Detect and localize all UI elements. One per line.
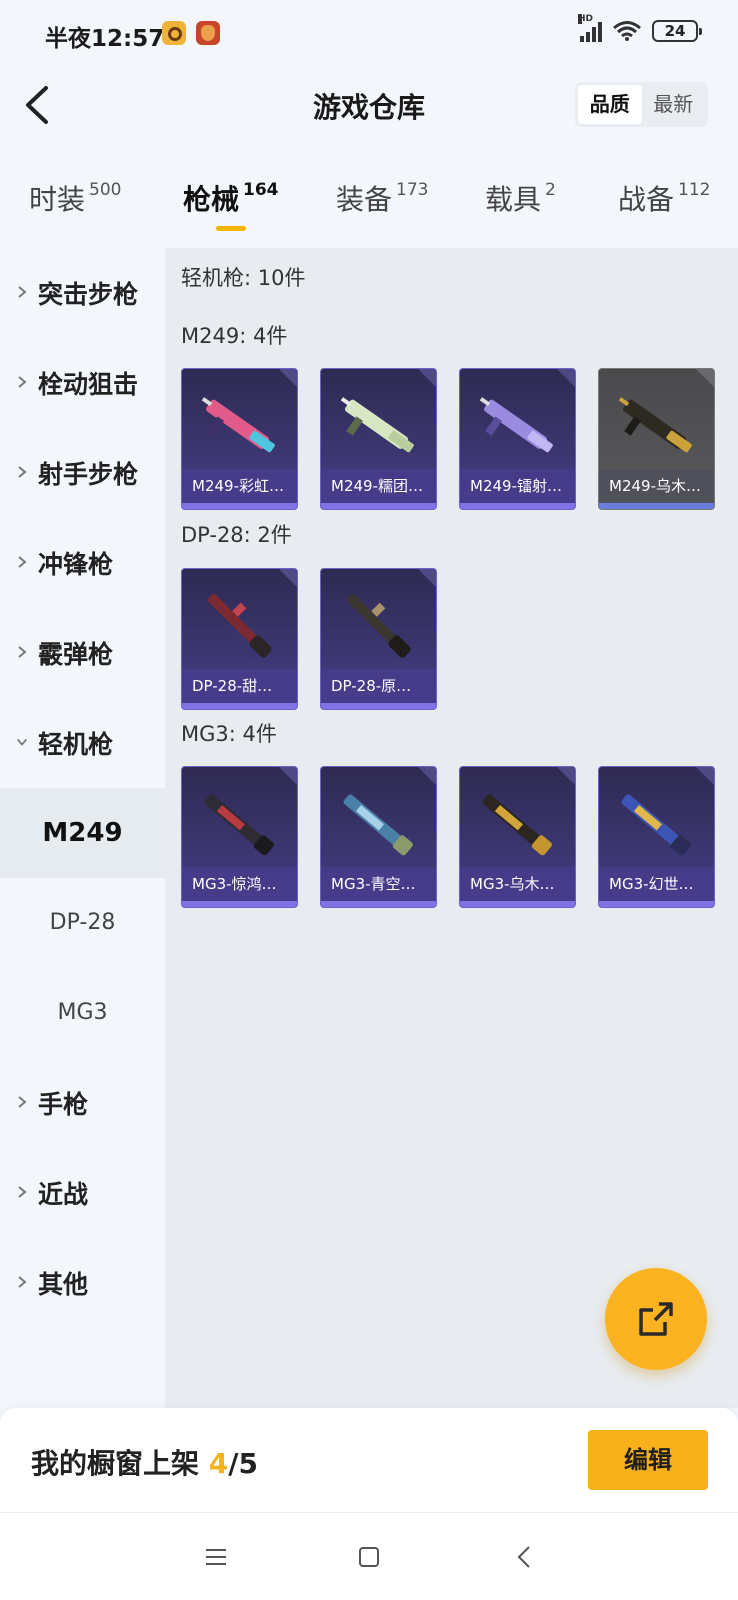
sort-toggle: 品质 最新 — [575, 82, 708, 127]
sidebar: 突击步枪 栓动狙击 射手步枪 冲锋枪 霰弹枪 轻机枪 M249 DP-28 MG… — [0, 248, 165, 1408]
chevron-right-icon — [16, 464, 30, 483]
tab-firearms[interactable]: 枪械 164 — [183, 178, 279, 218]
menu-icon — [206, 1549, 226, 1565]
status-time: 半夜12:57 — [45, 26, 165, 52]
rifle-icon — [618, 397, 692, 453]
rifle-icon — [479, 397, 553, 453]
signal-icon: HD — [578, 14, 602, 42]
rifle-icon — [347, 594, 411, 658]
home-nav-button[interactable] — [349, 1539, 389, 1575]
item-card[interactable]: MG3-幻世… — [598, 766, 715, 908]
rifle-icon — [208, 594, 272, 658]
item-card[interactable]: M249-镭射… — [459, 368, 576, 510]
header: 游戏仓库 品质 最新 — [0, 70, 738, 140]
tab-vehicles[interactable]: 载具 2 — [485, 178, 556, 218]
wifi-icon — [612, 20, 642, 42]
tab-fashion[interactable]: 时装 500 — [29, 178, 121, 218]
chevron-right-icon — [16, 284, 30, 303]
sidebar-sub-mg3[interactable]: MG3 — [0, 968, 165, 1058]
home-icon — [359, 1547, 379, 1567]
sidebar-item-other[interactable]: 其他 — [0, 1238, 165, 1328]
rifle-icon — [204, 794, 274, 856]
chevron-right-icon — [16, 644, 30, 663]
section-title-mg3: MG3: 4件 — [181, 722, 277, 746]
sidebar-item-assault-rifle[interactable]: 突击步枪 — [0, 248, 165, 338]
game-notification-icon — [196, 21, 220, 45]
chevron-right-icon — [16, 1184, 30, 1203]
item-card[interactable]: M249-糯团… — [320, 368, 437, 510]
chevron-right-icon — [16, 1274, 30, 1293]
sidebar-item-pistol[interactable]: 手枪 — [0, 1058, 165, 1148]
section-title-dp28: DP-28: 2件 — [181, 523, 292, 547]
sidebar-item-melee[interactable]: 近战 — [0, 1148, 165, 1238]
chevron-down-icon — [16, 734, 30, 753]
item-card[interactable]: MG3-青空… — [320, 766, 437, 908]
battery-icon: 24 — [652, 20, 702, 42]
tab-combat-gear[interactable]: 战备 112 — [618, 178, 710, 218]
system-nav-bar — [0, 1512, 738, 1600]
sort-newest-button[interactable]: 最新 — [642, 85, 706, 124]
share-icon — [639, 1302, 673, 1336]
back-icon — [517, 1546, 530, 1568]
rifle-icon — [343, 794, 413, 856]
sidebar-item-bolt-sniper[interactable]: 栓动狙击 — [0, 338, 165, 428]
sidebar-item-smg[interactable]: 冲锋枪 — [0, 518, 165, 608]
section-title-m249: M249: 4件 — [181, 324, 288, 348]
rifle-icon — [482, 794, 552, 856]
sidebar-item-lmg[interactable]: 轻机枪 — [0, 698, 165, 788]
sidebar-sub-m249[interactable]: M249 — [0, 788, 165, 878]
category-tabs: 时装 500 枪械 164 装备 173 载具 2 战备 112 — [0, 170, 738, 240]
category-summary: 轻机枪: 10件 — [181, 266, 306, 290]
item-card[interactable]: MG3-惊鸿… — [181, 766, 298, 908]
app-notification-icon — [162, 21, 186, 45]
rifle-icon — [621, 794, 691, 856]
share-fab-button[interactable] — [605, 1268, 707, 1370]
status-bar: 半夜12:57 HD 24 — [0, 0, 738, 70]
item-card[interactable]: M249-乌木… — [598, 368, 715, 510]
rifle-icon — [201, 397, 275, 453]
showcase-status: 我的橱窗上架 4/5 — [31, 1447, 258, 1480]
item-card[interactable]: MG3-乌木… — [459, 766, 576, 908]
menu-nav-button[interactable] — [196, 1539, 236, 1575]
item-grid-area: 轻机枪: 10件 M249: 4件 M249-彩虹… M249-糯团… M249… — [165, 248, 738, 1408]
sort-quality-button[interactable]: 品质 — [578, 85, 642, 124]
chevron-right-icon — [16, 374, 30, 393]
chevron-right-icon — [16, 554, 30, 573]
tab-equipment[interactable]: 装备 173 — [336, 178, 428, 218]
item-card[interactable]: M249-彩虹… — [181, 368, 298, 510]
showcase-bar: 我的橱窗上架 4/5 编辑 — [0, 1408, 738, 1512]
item-card[interactable]: DP-28-甜… — [181, 568, 298, 710]
sidebar-item-marksman-rifle[interactable]: 射手步枪 — [0, 428, 165, 518]
rifle-icon — [340, 397, 414, 453]
sidebar-sub-dp28[interactable]: DP-28 — [0, 878, 165, 968]
chevron-right-icon — [16, 1094, 30, 1113]
item-card[interactable]: DP-28-原… — [320, 568, 437, 710]
edit-button[interactable]: 编辑 — [588, 1430, 708, 1490]
back-nav-button[interactable] — [505, 1539, 545, 1575]
active-tab-indicator — [216, 226, 246, 231]
sidebar-item-shotgun[interactable]: 霰弹枪 — [0, 608, 165, 698]
